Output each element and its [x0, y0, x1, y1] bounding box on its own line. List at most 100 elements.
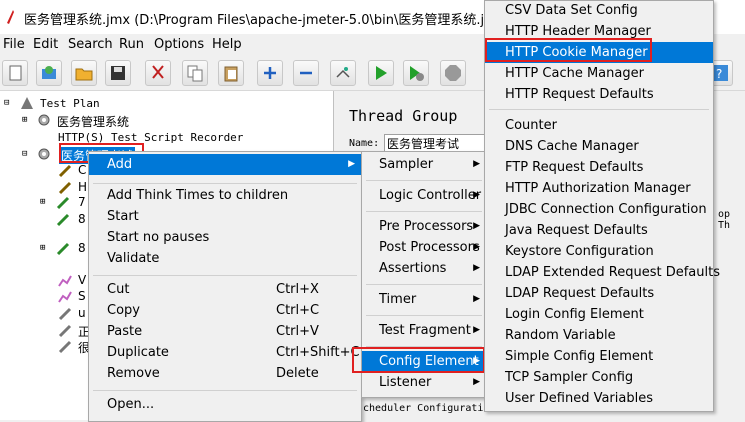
menu-item-http-cache-manager[interactable]: HTTP Cache Manager [485, 63, 713, 84]
pipette-icon [58, 340, 72, 354]
menu-item-open[interactable]: Open... [89, 394, 361, 415]
menu-item-start-no-pauses[interactable]: Start no pauses [89, 227, 361, 248]
expand-toggle-icon[interactable]: ⊞ [22, 115, 27, 125]
start-no-pause-icon[interactable] [403, 60, 429, 86]
menu-shortcut: Ctrl+Shift+C [276, 345, 360, 360]
collapse-toggle-icon[interactable]: ⊟ [22, 149, 27, 159]
menu-item-http-request-defaults[interactable]: HTTP Request Defaults [485, 84, 713, 105]
submenu-arrow-icon: ▶ [348, 159, 355, 169]
pipette-icon [56, 242, 70, 256]
menu-item-csv-data-set-config[interactable]: CSV Data Set Config [485, 0, 713, 21]
gear-icon [38, 148, 50, 160]
submenu-arrow-icon: ▶ [473, 190, 480, 200]
menu-run[interactable]: Run [119, 37, 144, 52]
menu-item-add[interactable]: Add ▶ [89, 154, 361, 175]
test-plan-icon [21, 97, 33, 109]
menu-item-test-fragment[interactable]: Test Fragment ▶ [362, 320, 486, 341]
menu-item-tcp-sampler-config[interactable]: TCP Sampler Config [485, 367, 713, 388]
new-icon[interactable] [2, 60, 28, 86]
menu-shortcut: Ctrl+X [276, 282, 319, 297]
pipette-icon [58, 324, 72, 338]
menu-edit[interactable]: Edit [33, 37, 58, 52]
menu-item-timer[interactable]: Timer ▶ [362, 289, 486, 310]
menu-item-logic-controller[interactable]: Logic Controller ▶ [362, 185, 486, 206]
menu-item-jdbc-connection-configuration[interactable]: JDBC Connection Configuration [485, 199, 713, 220]
collapse-toggle-icon[interactable]: ⊟ [4, 98, 9, 108]
menu-item-think-times[interactable]: Add Think Times to children [89, 185, 361, 206]
tree-label: 8 [78, 212, 86, 226]
menu-label: Sampler [379, 157, 434, 172]
menu-item-start[interactable]: Start [89, 206, 361, 227]
open-icon[interactable] [71, 60, 97, 86]
save-icon[interactable] [105, 60, 131, 86]
menu-item-paste[interactable]: Paste Ctrl+V [89, 321, 361, 342]
start-icon[interactable] [368, 60, 394, 86]
menu-item-http-authorization-manager[interactable]: HTTP Authorization Manager [485, 178, 713, 199]
menu-label: LDAP Extended Request Defaults [505, 265, 720, 280]
menu-item-java-request-defaults[interactable]: Java Request Defaults [485, 220, 713, 241]
menu-separator [489, 109, 709, 110]
expand-icon[interactable] [257, 60, 283, 86]
menu-label: Add Think Times to children [107, 188, 289, 203]
menu-label: FTP Request Defaults [505, 160, 644, 175]
menu-separator [93, 183, 357, 184]
chart-icon [58, 275, 72, 287]
menu-separator [366, 211, 482, 212]
menu-label: HTTP Authorization Manager [505, 181, 691, 196]
menu-item-keystore-configuration[interactable]: Keystore Configuration [485, 241, 713, 262]
menu-item-random-variable[interactable]: Random Variable [485, 325, 713, 346]
menu-item-duplicate[interactable]: Duplicate Ctrl+Shift+C [89, 342, 361, 363]
expand-toggle-icon[interactable]: ⊞ [40, 243, 45, 253]
menu-separator [366, 284, 482, 285]
menu-item-listener[interactable]: Listener ▶ [362, 372, 486, 393]
scheduler-label: cheduler Configuration [363, 403, 496, 414]
window-title: 医务管理系统.jmx (D:\Program Files\apache-jmet… [24, 13, 532, 28]
menu-search[interactable]: Search [68, 37, 113, 52]
pipette-icon [56, 213, 70, 227]
menu-label: User Defined Variables [505, 391, 653, 406]
chart-icon [58, 291, 72, 303]
submenu-arrow-icon: ▶ [473, 325, 480, 335]
annotation-box-config [352, 347, 485, 373]
menu-item-cut[interactable]: Cut Ctrl+X [89, 279, 361, 300]
copy-icon[interactable] [182, 60, 208, 86]
menu-file[interactable]: File [3, 37, 25, 52]
tree-label: S [78, 289, 86, 303]
menu-item-user-defined-variables[interactable]: User Defined Variables [485, 388, 713, 409]
menu-label: DNS Cache Manager [505, 139, 639, 154]
menu-item-login-config-element[interactable]: Login Config Element [485, 304, 713, 325]
menu-item-ftp-request-defaults[interactable]: FTP Request Defaults [485, 157, 713, 178]
collapse-icon[interactable] [293, 60, 319, 86]
menu-item-post-processors[interactable]: Post Processors ▶ [362, 237, 486, 258]
menu-item-counter[interactable]: Counter [485, 115, 713, 136]
cut-icon[interactable] [145, 60, 171, 86]
menu-item-remove[interactable]: Remove Delete [89, 363, 361, 384]
gear-icon [38, 114, 50, 126]
toggle-icon[interactable] [330, 60, 356, 86]
menu-item-dns-cache-manager[interactable]: DNS Cache Manager [485, 136, 713, 157]
templates-icon[interactable] [36, 60, 62, 86]
menu-item-validate[interactable]: Validate [89, 248, 361, 269]
expand-toggle-icon[interactable]: ⊞ [40, 197, 45, 207]
menu-options[interactable]: Options [154, 37, 204, 52]
menu-help[interactable]: Help [212, 37, 242, 52]
menu-item-simple-config-element[interactable]: Simple Config Element [485, 346, 713, 367]
paste-icon[interactable] [218, 60, 244, 86]
menu-label: TCP Sampler Config [505, 370, 634, 385]
menu-shortcut: Ctrl+C [276, 303, 320, 318]
submenu-arrow-icon: ▶ [473, 294, 480, 304]
menu-item-ldap-request-defaults[interactable]: LDAP Request Defaults [485, 283, 713, 304]
tool-icon [58, 181, 72, 195]
menu-item-sampler[interactable]: Sampler ▶ [362, 154, 486, 175]
menu-item-ldap-extended-request-defaults[interactable]: LDAP Extended Request Defaults [485, 262, 720, 283]
menu-label: Validate [107, 251, 160, 266]
menu-label: Paste [107, 324, 143, 339]
menu-item-pre-processors[interactable]: Pre Processors ▶ [362, 216, 486, 237]
tree-label: Test Plan [40, 97, 100, 110]
menu-label: Add [107, 157, 133, 172]
stop-icon[interactable] [440, 60, 466, 86]
menu-item-copy[interactable]: Copy Ctrl+C [89, 300, 361, 321]
menu-item-assertions[interactable]: Assertions ▶ [362, 258, 486, 279]
svg-text:?: ? [716, 67, 722, 81]
loop-forever-label: op Th [718, 209, 731, 231]
